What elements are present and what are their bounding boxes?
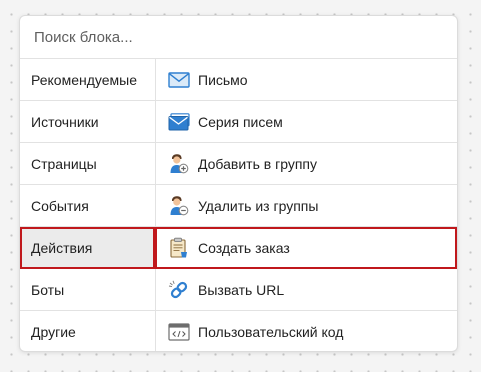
block-picker-body: Рекомендуемые Источники Страницы События… [20,59,457,351]
category-label: Боты [31,281,65,298]
block-item-create-order[interactable]: Создать заказ [155,227,457,269]
category-bots[interactable]: Боты [20,269,155,311]
category-sources[interactable]: Источники [20,101,155,143]
block-item-label: Пользовательский код [198,324,344,340]
block-item-call-url[interactable]: Вызвать URL [156,269,457,311]
category-actions[interactable]: Действия [20,227,155,269]
category-label: Другие [31,324,76,340]
block-item-label: Вызвать URL [198,281,285,298]
remove-user-icon [168,195,190,217]
category-pages[interactable]: Страницы [20,143,155,185]
category-label: Действия [31,239,93,256]
category-list: Рекомендуемые Источники Страницы События… [20,59,156,351]
block-list: Письмо Серия писем Добавить в группу Уда… [155,59,457,351]
envelope-icon [168,69,190,91]
link-icon [168,279,190,301]
block-item-label: Письмо [198,71,248,88]
category-events[interactable]: События [20,185,155,227]
category-label: Рекомендуемые [31,71,137,88]
category-other[interactable]: Другие [20,311,155,351]
block-item-add-to-group[interactable]: Добавить в группу [156,143,457,185]
add-user-icon [168,153,190,175]
block-item-label: Добавить в группу [198,155,317,172]
block-item-label: Создать заказ [198,239,290,256]
block-item-label: Серия писем [198,113,283,130]
category-label: События [31,197,89,214]
block-item-letter-series[interactable]: Серия писем [156,101,457,143]
block-item-custom-code[interactable]: Пользовательский код [156,311,457,351]
category-recommended[interactable]: Рекомендуемые [20,59,155,101]
code-window-icon [168,321,190,343]
block-item-remove-from-group[interactable]: Удалить из группы [156,185,457,227]
category-label: Источники [31,113,99,130]
envelope-series-icon [168,111,190,133]
order-clipboard-icon [168,237,190,259]
block-item-letter[interactable]: Письмо [156,59,457,101]
block-picker-panel: Поиск блока... Рекомендуемые Источники С… [19,15,458,352]
category-label: Страницы [31,155,97,172]
block-item-label: Удалить из группы [198,197,319,214]
search-input[interactable]: Поиск блока... [20,16,457,59]
